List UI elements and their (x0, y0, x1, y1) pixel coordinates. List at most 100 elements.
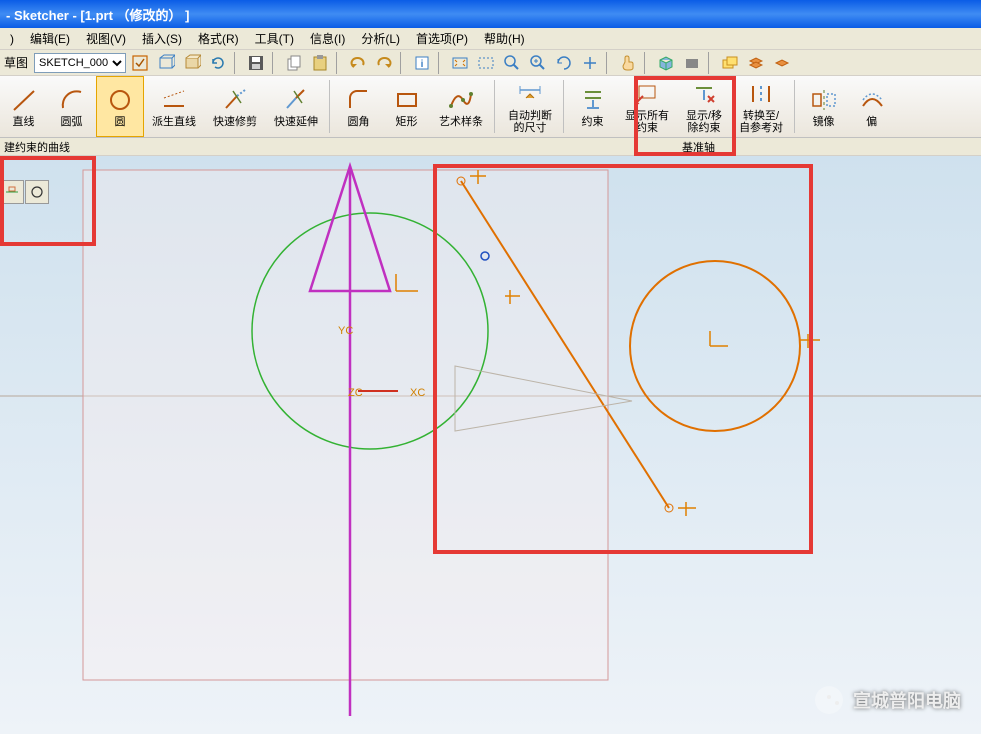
menu-info[interactable]: 信息(I) (302, 28, 353, 49)
info-icon[interactable]: i (410, 52, 434, 74)
copy-icon[interactable] (282, 52, 306, 74)
ribbon-label: 自动判断 的尺寸 (508, 110, 552, 134)
svg-text:ZC: ZC (348, 387, 363, 399)
layer-icon[interactable] (718, 52, 742, 74)
sketch-label: 草图 (4, 54, 28, 71)
rotate-icon[interactable] (552, 52, 576, 74)
menu-analysis[interactable]: 分析(L) (353, 28, 408, 49)
ribbon-arc[interactable]: 圆弧 (48, 76, 96, 137)
box-icon[interactable] (154, 52, 178, 74)
rect-icon (393, 86, 421, 114)
menu-insert[interactable]: 插入(S) (134, 28, 190, 49)
zoom-rect-icon[interactable] (474, 52, 498, 74)
status-left: 建约束的曲线 (4, 139, 70, 155)
ribbon-label: 快速修剪 (213, 116, 257, 128)
ribbon-label: 直线 (13, 116, 35, 128)
ribbon-label: 矩形 (396, 116, 418, 128)
menu-tools[interactable]: 工具(T) (247, 28, 302, 49)
divider (234, 52, 240, 74)
menu-view[interactable]: 视图(V) (78, 28, 134, 49)
ribbon-constrain[interactable]: 约束 (569, 76, 617, 137)
zoom-icon[interactable] (500, 52, 524, 74)
ribbon-spline[interactable]: 艺术样条 (431, 76, 492, 137)
paste-icon[interactable] (308, 52, 332, 74)
derived-icon (160, 86, 188, 114)
arc-icon (58, 86, 86, 114)
ribbon-circle[interactable]: 圆 (96, 76, 144, 137)
wechat-icon (815, 686, 843, 714)
title-text: - Sketcher - [1.prt （修改的） ] (6, 5, 189, 24)
divider (606, 52, 612, 74)
menu-format[interactable]: 格式(R) (190, 28, 247, 49)
divider (494, 80, 498, 133)
ribbon-showall[interactable]: 显示所有 约束 (617, 76, 678, 137)
divider (644, 52, 650, 74)
showall-icon (633, 80, 661, 108)
watermark: 宣城普阳电脑 (815, 686, 961, 714)
ribbon-line[interactable]: 直线 (0, 76, 48, 137)
ribbon-mirror[interactable]: 镜像 (800, 76, 848, 137)
constrain-icon (579, 86, 607, 114)
offset-icon (858, 86, 886, 114)
extend-icon (282, 86, 310, 114)
toolbar1: 草图 SKETCH_000 i (0, 50, 981, 76)
ribbon-qtrim[interactable]: 快速修剪 (205, 76, 266, 137)
self-icon (747, 80, 775, 108)
divider (336, 52, 342, 74)
menu-help[interactable]: 帮助(H) (476, 28, 533, 49)
layer2-icon[interactable] (744, 52, 768, 74)
ribbon: 直线 圆弧 圆 派生直线 快速修剪 快速延伸 圆角 矩形 艺术样条 自动判断 的… (0, 76, 981, 138)
spline-icon (447, 86, 475, 114)
ribbon-qextend[interactable]: 快速延伸 (266, 76, 327, 137)
sketch-select[interactable]: SKETCH_000 (34, 53, 126, 73)
ribbon-rect[interactable]: 矩形 (383, 76, 431, 137)
view-cube-icon[interactable] (654, 52, 678, 74)
divider (794, 80, 798, 133)
menubar: ) 编辑(E) 视图(V) 插入(S) 格式(R) 工具(T) 信息(I) 分析… (0, 28, 981, 50)
ribbon-self[interactable]: 转换至/ 自参考对 (731, 76, 792, 137)
titlebar: - Sketcher - [1.prt （修改的） ] (0, 0, 981, 28)
redo-icon[interactable] (372, 52, 396, 74)
ribbon-derived[interactable]: 派生直线 (144, 76, 205, 137)
ribbon-label: 艺术样条 (439, 116, 483, 128)
circle-icon (106, 86, 134, 114)
divider (329, 80, 333, 133)
mirror-icon (810, 86, 838, 114)
pan-icon[interactable] (578, 52, 602, 74)
ribbon-label: 快速延伸 (274, 116, 318, 128)
ribbon-offset[interactable]: 偏 (848, 76, 896, 137)
shade-icon[interactable] (680, 52, 704, 74)
menu-x[interactable]: ) (2, 30, 22, 48)
ribbon-label: 显示所有 约束 (625, 110, 669, 134)
canvas-svg: YC ZC XC (0, 156, 981, 734)
ribbon-label: 转换至/ 自参考对 (739, 110, 783, 134)
status-row: 建约束的曲线 基准轴 (0, 138, 981, 156)
save-icon[interactable] (244, 52, 268, 74)
divider (708, 52, 714, 74)
fillet-icon (345, 86, 373, 114)
divider (272, 52, 278, 74)
showrem-icon (690, 80, 718, 108)
hand-icon[interactable] (616, 52, 640, 74)
divider (438, 52, 444, 74)
menu-prefs[interactable]: 首选项(P) (408, 28, 476, 49)
canvas-area[interactable]: YC ZC XC 宣城普阳电脑 (0, 156, 981, 734)
layer3-icon[interactable] (770, 52, 794, 74)
status-right: 基准轴 (682, 139, 715, 155)
refresh-icon[interactable] (206, 52, 230, 74)
box2-icon[interactable] (180, 52, 204, 74)
undo-icon[interactable] (346, 52, 370, 74)
fit-icon[interactable] (448, 52, 472, 74)
ribbon-fillet[interactable]: 圆角 (335, 76, 383, 137)
ribbon-label: 圆 (115, 116, 126, 128)
menu-edit[interactable]: 编辑(E) (22, 28, 78, 49)
ribbon-showrem[interactable]: 显示/移 除约束 (678, 76, 731, 137)
divider (563, 80, 567, 133)
svg-text:YC: YC (338, 325, 353, 337)
svg-text:XC: XC (410, 387, 425, 399)
ribbon-autodim[interactable]: 自动判断 的尺寸 (500, 76, 561, 137)
zoom-in-icon[interactable] (526, 52, 550, 74)
ribbon-label: 约束 (582, 116, 604, 128)
line-icon (10, 86, 38, 114)
finish-sketch-icon[interactable] (128, 52, 152, 74)
